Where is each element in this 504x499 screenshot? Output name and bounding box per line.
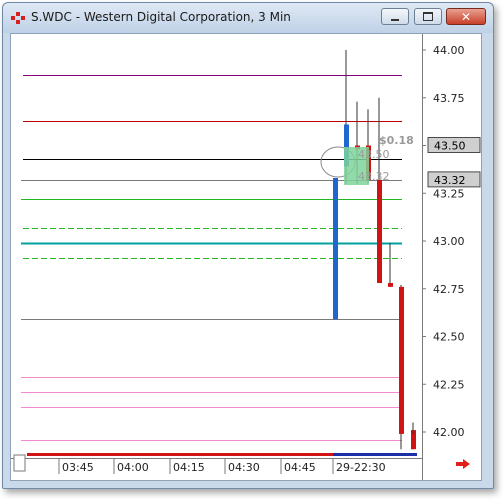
x-tick-label: 04:00 [117, 461, 149, 474]
candle-body[interactable] [388, 283, 393, 287]
close-button[interactable]: ✕ [446, 8, 486, 25]
y-tick-label: 42.75 [433, 283, 465, 296]
candle-body[interactable] [333, 177, 338, 320]
entry-price-label: 43.50 [358, 148, 390, 161]
y-tick-label: 43.75 [433, 92, 465, 105]
pl-label: $0.18 [379, 134, 414, 147]
time-axis[interactable]: 03:45 04:00 04:15 04:30 04:45 29-22:30 [11, 453, 422, 474]
price-marker-label: 43.50 [434, 140, 466, 153]
price-marker-label: 43.32 [434, 174, 466, 187]
exit-price-label: 43.32 [358, 170, 390, 183]
maximize-button[interactable] [414, 8, 442, 25]
candle-body[interactable] [377, 179, 382, 284]
x-tick-label: 29-22:30 [336, 461, 386, 474]
chart-area[interactable]: 44.00 43.75 43.50 43.25 43.00 42.75 42.50 42.25… [10, 33, 482, 481]
time-range-bar-blue [333, 453, 417, 456]
y-tick-label: 43.25 [433, 187, 465, 200]
minimize-icon [391, 18, 399, 21]
time-range-bar-red [27, 453, 333, 456]
chart-window: S.WDC - Western Digital Corporation, 3 M… [2, 2, 494, 489]
x-tick-label: 04:15 [173, 461, 205, 474]
y-tick-label: 42.25 [433, 378, 465, 391]
y-tick-label: 44.00 [433, 44, 465, 57]
scroll-right-arrow-icon[interactable] [456, 459, 470, 469]
close-icon: ✕ [460, 9, 472, 24]
x-tick-label: 03:45 [62, 461, 94, 474]
title-bar[interactable]: S.WDC - Western Digital Corporation, 3 M… [3, 3, 493, 33]
y-tick-label: 42.00 [433, 426, 465, 439]
window-title: S.WDC - Western Digital Corporation, 3 M… [31, 10, 291, 24]
scroll-box[interactable] [13, 454, 26, 472]
candle-body[interactable] [399, 286, 404, 434]
price-chart[interactable]: 44.00 43.75 43.50 43.25 43.00 42.75 42.50 42.25… [11, 34, 481, 480]
y-tick-label: 43.00 [433, 235, 465, 248]
minimize-button[interactable] [381, 8, 409, 25]
candle-body[interactable] [411, 433, 416, 450]
y-tick-label: 42.50 [433, 331, 465, 344]
maximize-icon [423, 12, 433, 21]
x-tick-label: 04:30 [228, 461, 260, 474]
app-logo-icon [11, 11, 25, 25]
x-tick-label: 04:45 [284, 461, 316, 474]
